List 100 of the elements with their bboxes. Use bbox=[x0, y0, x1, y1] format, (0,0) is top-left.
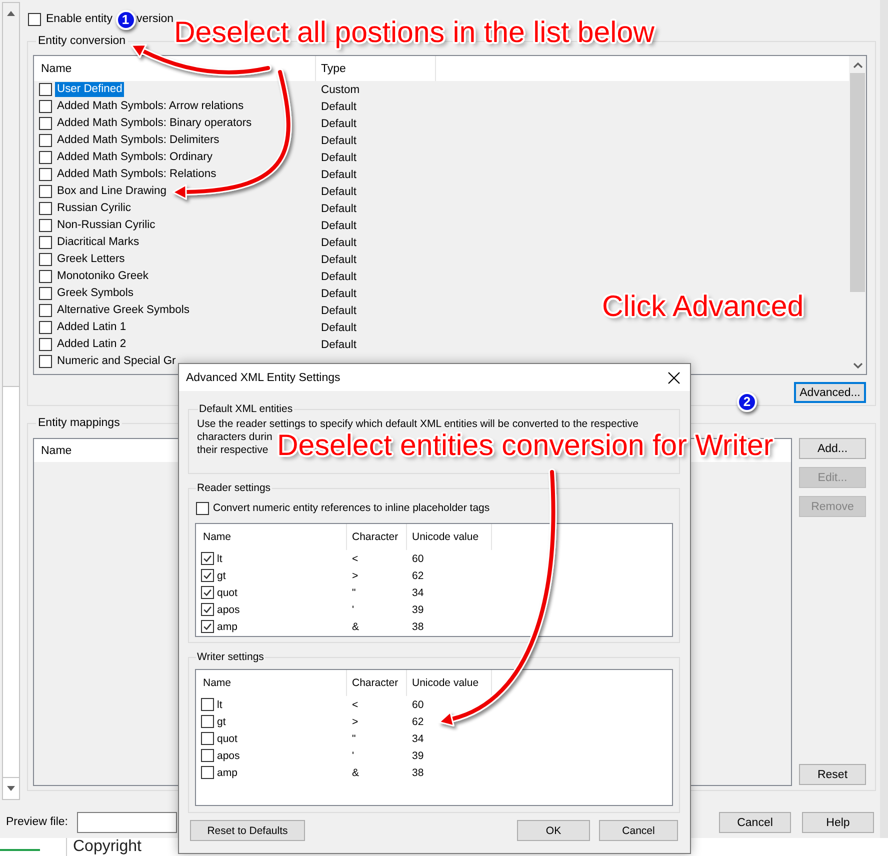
annotation-text: Deselect entities conversion for Writer bbox=[277, 431, 774, 461]
entity-type: Default bbox=[320, 288, 356, 300]
mapping-button[interactable]: Add... bbox=[799, 438, 866, 459]
entity-name: apos bbox=[217, 750, 240, 762]
checkbox[interactable] bbox=[39, 117, 52, 130]
list-item[interactable]: Box and Line Drawing bbox=[55, 184, 168, 199]
list-item[interactable]: Added Math Symbols: Relations bbox=[55, 167, 218, 182]
unicode-value: 38 bbox=[412, 620, 424, 632]
list-item[interactable]: Added Math Symbols: Binary operators bbox=[55, 116, 254, 131]
checkbox[interactable] bbox=[201, 603, 214, 616]
scrollbar-thumb[interactable] bbox=[850, 73, 865, 292]
entity-character: " bbox=[352, 586, 356, 598]
column-header[interactable]: Name bbox=[196, 524, 347, 550]
footer-button[interactable]: Cancel bbox=[719, 812, 791, 833]
list-item[interactable]: Added Math Symbols: Ordinary bbox=[55, 150, 214, 165]
checkbox[interactable] bbox=[201, 569, 214, 582]
checkbox[interactable] bbox=[39, 270, 52, 283]
checkbox[interactable] bbox=[39, 253, 52, 266]
checkbox[interactable] bbox=[39, 219, 52, 232]
scrollbar-thumb[interactable] bbox=[3, 386, 19, 777]
mapping-button[interactable]: Reset bbox=[799, 764, 866, 785]
entity-type: Custom bbox=[320, 84, 360, 96]
list-item[interactable]: Alternative Greek Symbols bbox=[55, 303, 192, 318]
column-header[interactable]: Name bbox=[196, 670, 347, 696]
unicode-value: 39 bbox=[412, 750, 424, 762]
checkbox[interactable] bbox=[39, 355, 52, 368]
description-text: characters durin bbox=[197, 431, 272, 443]
checkbox[interactable] bbox=[39, 287, 52, 300]
column-header[interactable]: Unicode value bbox=[407, 524, 492, 550]
entity-name: amp bbox=[217, 620, 238, 632]
checkbox[interactable] bbox=[39, 83, 52, 96]
entity-type: Default bbox=[320, 270, 356, 282]
scroll-down-button[interactable] bbox=[3, 777, 19, 799]
entity-type: Default bbox=[320, 168, 356, 180]
checkbox[interactable] bbox=[39, 151, 52, 164]
checkbox[interactable] bbox=[39, 100, 52, 113]
checkbox[interactable] bbox=[201, 620, 214, 633]
list-item[interactable]: Added Math Symbols: Arrow relations bbox=[55, 99, 246, 114]
step-badge: 2 bbox=[737, 392, 757, 412]
caret-down-icon bbox=[7, 786, 15, 791]
column-header[interactable]: Character bbox=[347, 670, 407, 696]
checkbox[interactable] bbox=[39, 321, 52, 334]
checkbox[interactable] bbox=[39, 338, 52, 351]
checkbox[interactable] bbox=[39, 236, 52, 249]
checkbox[interactable] bbox=[201, 732, 214, 745]
list-item[interactable]: Non-Russian Cyrilic bbox=[55, 218, 158, 233]
list-item[interactable]: Greek Letters bbox=[55, 252, 127, 267]
unicode-value: 39 bbox=[412, 604, 424, 616]
checkbox-label[interactable]: version bbox=[136, 13, 174, 25]
step-badge: 1 bbox=[116, 10, 136, 30]
list-item[interactable]: Numeric and Special Gr bbox=[55, 354, 178, 369]
checkbox[interactable] bbox=[201, 749, 214, 762]
list-item[interactable]: Russian Cyrilic bbox=[55, 201, 133, 216]
checkbox[interactable] bbox=[201, 766, 214, 779]
list-item[interactable]: Added Math Symbols: Delimiters bbox=[55, 133, 222, 148]
column-header[interactable]: Name bbox=[34, 439, 164, 462]
list-item[interactable]: User Defined bbox=[55, 82, 124, 97]
cancel-button[interactable]: Cancel bbox=[599, 820, 678, 841]
preview-file-field[interactable] bbox=[77, 812, 177, 833]
entity-type: Default bbox=[320, 220, 356, 232]
checkbox[interactable] bbox=[28, 12, 41, 26]
entity-name: lt bbox=[217, 698, 222, 710]
column-header[interactable]: Unicode value bbox=[407, 670, 492, 696]
entity-type: Default bbox=[320, 202, 356, 214]
reset-defaults-button[interactable]: Reset to Defaults bbox=[190, 820, 305, 841]
scrollbar[interactable] bbox=[2, 2, 20, 800]
list-item[interactable]: Greek Symbols bbox=[55, 286, 136, 301]
checkbox[interactable] bbox=[39, 304, 52, 317]
checkbox[interactable] bbox=[196, 502, 209, 514]
footer-button[interactable]: Help bbox=[802, 812, 874, 833]
checkbox-label[interactable]: Convert numeric entity references to inline placeholder tags bbox=[213, 502, 490, 514]
checkbox[interactable] bbox=[39, 134, 52, 147]
unicode-value: 38 bbox=[412, 766, 424, 778]
entity-type: Default bbox=[320, 236, 356, 248]
entity-type: Default bbox=[320, 186, 356, 198]
checkbox-label[interactable]: Enable entity bbox=[46, 13, 112, 25]
checkbox[interactable] bbox=[201, 586, 214, 599]
list-item[interactable]: Diacritical Marks bbox=[55, 235, 142, 250]
column-header[interactable]: Character bbox=[347, 524, 407, 550]
group-title: Entity conversion bbox=[37, 34, 127, 48]
checkbox[interactable] bbox=[201, 715, 214, 728]
ok-button[interactable]: OK bbox=[517, 820, 590, 841]
chevron-up-icon[interactable] bbox=[852, 62, 862, 68]
checkbox[interactable] bbox=[39, 185, 52, 198]
list-item[interactable]: Added Latin 2 bbox=[55, 337, 128, 352]
checkbox[interactable] bbox=[39, 202, 52, 215]
checkbox[interactable] bbox=[201, 552, 214, 565]
unicode-value: 60 bbox=[412, 698, 424, 710]
list-item[interactable]: Monotoniko Greek bbox=[55, 269, 150, 284]
entity-type: Default bbox=[320, 304, 356, 316]
checkbox[interactable] bbox=[39, 168, 52, 181]
column-header[interactable]: Type bbox=[316, 56, 436, 81]
group-title: Entity mappings bbox=[37, 416, 121, 430]
checkbox[interactable] bbox=[201, 698, 214, 711]
group-title: Writer settings bbox=[196, 650, 265, 664]
advanced-button[interactable]: Advanced... bbox=[794, 382, 866, 403]
entity-name: lt bbox=[217, 552, 222, 564]
entity-character: & bbox=[352, 766, 360, 778]
list-item[interactable]: Added Latin 1 bbox=[55, 320, 128, 335]
chevron-down-icon[interactable] bbox=[852, 363, 862, 369]
